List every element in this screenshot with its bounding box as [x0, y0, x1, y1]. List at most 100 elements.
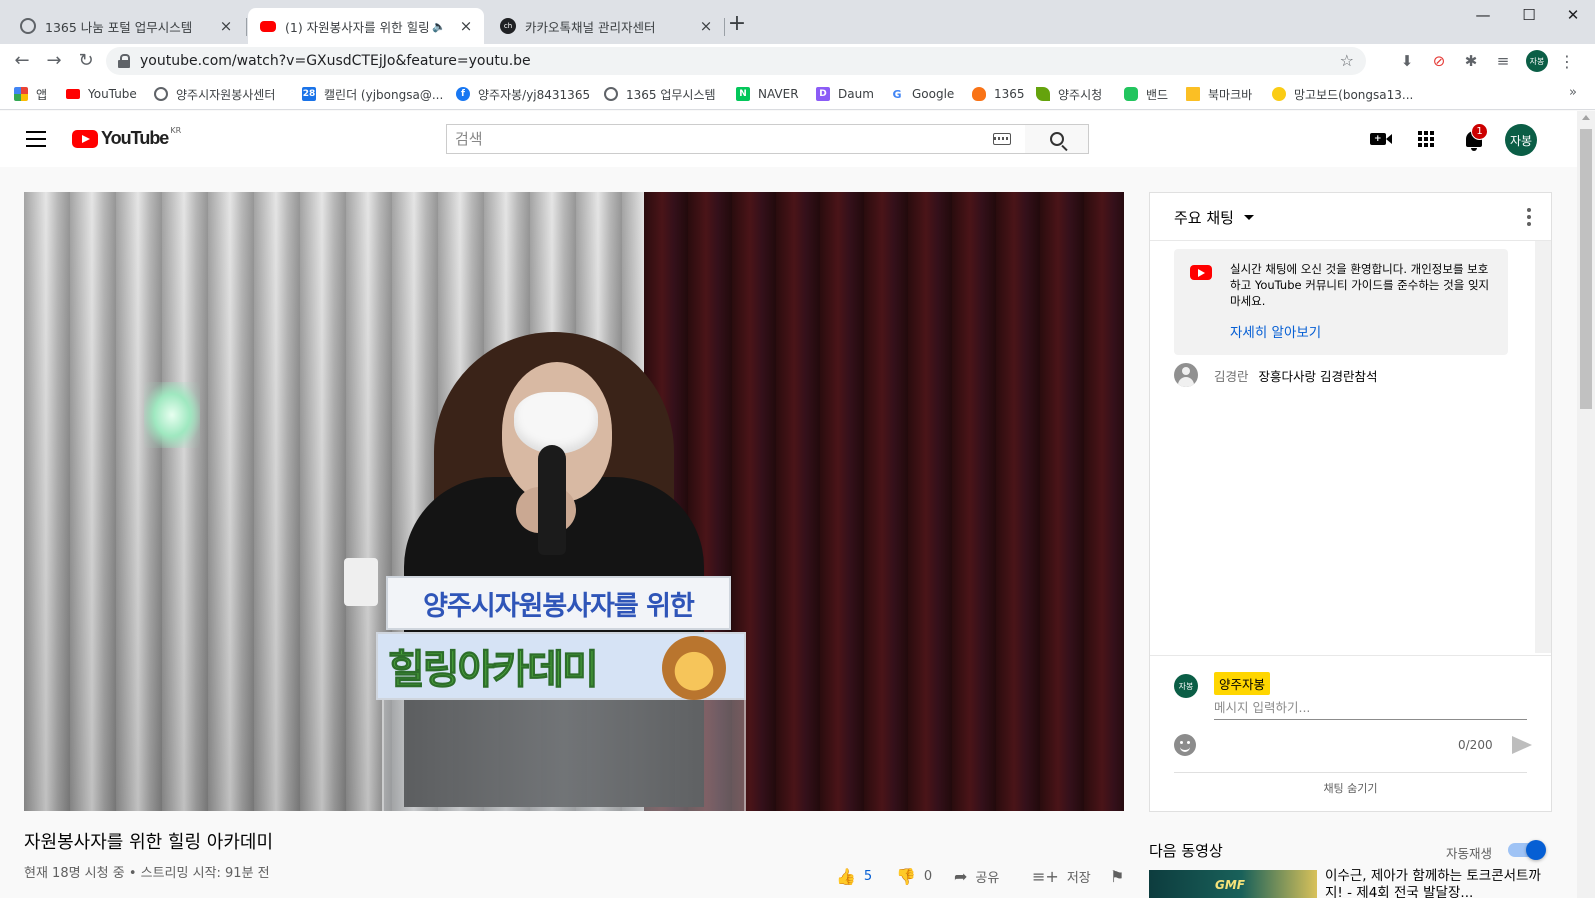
keyboard-icon[interactable] [993, 133, 1011, 145]
next-video-title[interactable]: 이수근, 제아가 함께하는 토크콘서트까지! - 제4회 전국 발달장... [1325, 868, 1555, 898]
new-tab-button[interactable]: + [726, 13, 748, 36]
char-counter: 0/200 [1458, 738, 1493, 752]
bookmark-youtube[interactable]: YouTube [66, 84, 137, 104]
maximize-button[interactable]: ☐ [1506, 6, 1552, 28]
video-view-info: 현재 18명 시청 중 • 스트리밍 시작: 91분 전 [24, 866, 270, 881]
tab-1365-portal[interactable]: 1365 나눔 포털 업무시스템 × [8, 8, 244, 44]
like-button[interactable]: 👍 5 [836, 866, 872, 886]
divider [1174, 772, 1527, 773]
send-icon[interactable] [1512, 736, 1532, 754]
search-button[interactable] [1025, 124, 1089, 154]
up-next-heading: 다음 동영상 [1149, 842, 1223, 860]
search-box [446, 124, 1026, 154]
tab-title: 1365 나눔 포털 업무시스템 [45, 19, 193, 35]
bookmark-naver[interactable]: N NAVER [736, 84, 799, 104]
bookmark-google[interactable]: G Google [890, 84, 954, 104]
video-frame-podium [382, 700, 746, 811]
bookmark-apps[interactable]: 앱 [14, 84, 47, 104]
bookmark-mangoboard[interactable]: 망고보드(bongsa13... [1272, 84, 1413, 104]
chat-message: 김경란 장흥다사랑 김경란참석 [1174, 363, 1378, 387]
emoji-icon[interactable] [1174, 734, 1196, 756]
bookmarks-bar: 앱 YouTube 양주시자원봉사센터 28 캘린더 (yjbongsa@...… [0, 78, 1595, 110]
calendar-icon: 28 [302, 87, 316, 101]
bookmark-calendar[interactable]: 28 캘린더 (yjbongsa@... [302, 84, 443, 104]
facebook-icon: f [456, 87, 470, 101]
bookmark-label: 양주시청 [1058, 87, 1103, 102]
dislike-button[interactable]: 👎 0 [896, 866, 932, 886]
bookmark-1365[interactable]: 1365 [972, 84, 1025, 104]
naver-icon: N [736, 87, 750, 101]
youtube-play-icon [72, 129, 98, 148]
close-tab-icon[interactable]: × [218, 18, 234, 34]
share-button[interactable]: ➦ 공유 [954, 866, 999, 886]
create-video-button[interactable]: + [1366, 127, 1392, 151]
lock-icon[interactable] [118, 54, 130, 68]
media-control-icon[interactable]: ≡ [1492, 50, 1514, 72]
close-tab-icon[interactable]: × [458, 18, 474, 34]
bookmark-label: 북마크바 [1208, 87, 1253, 102]
chat-author-name[interactable]: 김경란 [1214, 366, 1249, 385]
next-video-thumbnail[interactable]: GMF [1149, 870, 1317, 898]
thumbs-down-icon: 👎 [896, 866, 916, 886]
scroll-up-arrow-icon[interactable] [1582, 115, 1590, 120]
browser-menu-icon[interactable]: ⋮ [1556, 50, 1578, 72]
youtube-apps-button[interactable] [1414, 127, 1438, 151]
download-extension-icon[interactable]: ⬇ [1396, 50, 1418, 72]
bookmark-daum[interactable]: D Daum [816, 84, 874, 104]
bookmark-label: 밴드 [1146, 87, 1169, 102]
tab-title: 카카오톡채널 관리자센터 [525, 19, 656, 35]
sprout-icon [1036, 87, 1050, 101]
bookmark-1365-system[interactable]: 1365 업무시스템 [604, 84, 716, 104]
chat-more-options-icon[interactable] [1527, 208, 1531, 226]
video-player[interactable]: 양주시자원봉사자를 위한 힐링아카데미 [24, 192, 1124, 811]
lion-mascot-icon [662, 636, 726, 700]
tab-youtube-video[interactable]: (1) 자원봉사자를 위한 힐링 🔈 × [248, 8, 484, 44]
autoplay-toggle[interactable] [1508, 840, 1546, 860]
composer-channel-name: 양주자봉 [1214, 672, 1271, 695]
hide-chat-button[interactable]: 채팅 숨기기 [1150, 780, 1551, 796]
menu-icon[interactable] [26, 131, 46, 147]
chat-message-text: 장흥다사랑 김경란참석 [1258, 368, 1378, 384]
bookmark-band[interactable]: 밴드 [1124, 84, 1168, 104]
chat-scrollbar[interactable] [1535, 241, 1551, 653]
back-button[interactable]: ← [10, 49, 34, 73]
thumbnail-logo-text: GMF [1215, 878, 1245, 892]
bookmark-yangju-volunteer[interactable]: 양주시자원봉사센터 [154, 84, 275, 104]
speaker-icon[interactable]: 🔈 [432, 20, 446, 33]
search-input[interactable] [447, 125, 993, 153]
url-text[interactable]: youtube.com/watch?v=GXusdCTEjJo&feature=… [140, 53, 531, 69]
bookmark-facebook[interactable]: f 양주자봉/yj8431365 [456, 84, 590, 104]
bookmark-folder[interactable]: 북마크바 [1186, 84, 1252, 104]
save-button[interactable]: ≡+ 저장 [1032, 866, 1091, 886]
tab-kakao-channel[interactable]: ch 카카오톡채널 관리자센터 × [488, 8, 724, 44]
minimize-button[interactable]: — [1460, 6, 1506, 28]
scrollbar-thumb[interactable] [1580, 129, 1592, 409]
chat-mode-dropdown[interactable]: 주요 채팅 [1174, 207, 1254, 228]
close-window-button[interactable]: ✕ [1550, 6, 1595, 28]
flag-icon: ⚑ [1110, 866, 1125, 886]
chat-header: 주요 채팅 [1150, 193, 1551, 241]
address-bar[interactable]: youtube.com/watch?v=GXusdCTEjJo&feature=… [106, 47, 1366, 75]
flame-icon [972, 87, 986, 101]
browser-profile-avatar[interactable]: 자봉 [1526, 50, 1548, 72]
account-avatar[interactable]: 자봉 [1505, 124, 1537, 156]
user-avatar-icon[interactable] [1174, 363, 1198, 387]
chat-message-input[interactable] [1214, 696, 1527, 720]
forward-button[interactable]: → [42, 49, 66, 73]
youtube-logo[interactable]: YouTube KR [72, 126, 181, 149]
bookmark-yangju-city[interactable]: 양주시청 [1036, 84, 1102, 104]
more-bookmarks-button[interactable]: » [1569, 85, 1577, 100]
learn-more-link[interactable]: 자세히 알아보기 [1230, 321, 1321, 341]
bookmark-label: 1365 [994, 87, 1025, 101]
puzzle-extensions-icon[interactable]: ✱ [1460, 50, 1482, 72]
page-scrollbar[interactable] [1577, 111, 1595, 898]
bookmark-star-icon[interactable]: ☆ [1340, 51, 1354, 70]
blocker-extension-icon[interactable]: ⊘ [1428, 50, 1450, 72]
reload-button[interactable]: ↻ [74, 49, 98, 73]
close-tab-icon[interactable]: × [698, 18, 714, 34]
bookmark-label: 캘린더 (yjbongsa@... [324, 87, 444, 102]
caret-down-icon [1243, 215, 1254, 220]
video-frame-cup [344, 558, 378, 606]
folder-icon [1186, 87, 1200, 101]
report-button[interactable]: ⚑ [1110, 866, 1132, 886]
